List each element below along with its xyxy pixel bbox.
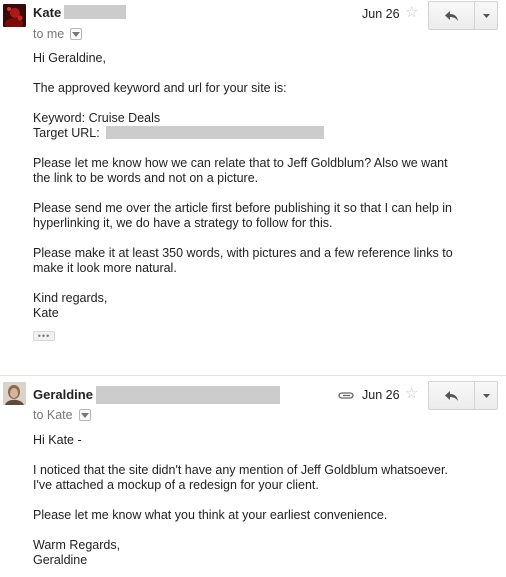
message-actions (428, 381, 498, 410)
redacted-target-url (106, 126, 324, 139)
message-body: Hi Kate - I noticed that the site didn't… (33, 433, 493, 568)
message-date[interactable]: Jun 26 (362, 388, 400, 402)
dropdown-caret-icon (482, 393, 490, 398)
recipient-line: to Kate (33, 408, 91, 422)
paragraph-line: Please send me over the article first be… (33, 201, 452, 215)
recipient-label: to me (33, 27, 65, 41)
reply-arrow-icon (444, 10, 458, 21)
recipient-line: to me (33, 27, 83, 41)
reply-button[interactable] (428, 381, 476, 410)
greeting: Hi Geraldine, (33, 51, 106, 65)
message-body: Hi Geraldine, The approved keyword and u… (33, 51, 493, 321)
show-trimmed-content-button[interactable]: ••• (33, 331, 55, 341)
more-actions-button[interactable] (475, 1, 498, 30)
show-details-button[interactable] (70, 28, 83, 40)
redacted-email-address (96, 386, 280, 404)
dropdown-caret-icon (482, 13, 490, 18)
paperclip-icon (338, 392, 354, 399)
sender-name[interactable]: Geraldine (33, 387, 93, 402)
target-url-label: Target URL: (33, 126, 100, 140)
paragraph-line: I've attached a mockup of a redesign for… (33, 478, 319, 492)
paragraph-line: the link to be words and not on a pictur… (33, 171, 259, 185)
paragraph-line: I noticed that the site didn't have any … (33, 463, 448, 477)
closing: Warm Regards, (33, 538, 121, 552)
chevron-down-icon (72, 31, 81, 37)
intro-text: The approved keyword and url for your si… (33, 81, 287, 95)
sender-avatar[interactable] (3, 382, 26, 405)
greeting: Hi Kate - (33, 433, 82, 447)
message-date[interactable]: Jun 26 (362, 7, 400, 21)
reply-button[interactable] (428, 1, 476, 30)
paragraph-line: hyperlinking it, we do have a strategy t… (33, 216, 333, 230)
message-actions (428, 1, 498, 30)
show-details-button[interactable] (78, 409, 91, 421)
reply-arrow-icon (444, 390, 458, 401)
paragraph-line: Please let me know how we can relate tha… (33, 156, 448, 170)
chevron-down-icon (80, 412, 89, 418)
paragraph-line: Please let me know what you think at you… (33, 508, 388, 522)
keyword-line: Keyword: Cruise Deals (33, 111, 161, 125)
sender-avatar[interactable] (3, 4, 26, 27)
paragraph-line: make it look more natural. (33, 261, 177, 275)
redacted-email-address (64, 5, 126, 19)
email-message-kate: Kate to me Jun 26 ☆ Hi Geraldine, The ap… (0, 0, 506, 360)
paragraph-line: Please make it at least 350 words, with … (33, 246, 453, 260)
sender-name[interactable]: Kate (33, 5, 61, 20)
more-actions-button[interactable] (475, 381, 498, 410)
star-icon[interactable]: ☆ (405, 386, 418, 401)
signature: Geraldine (33, 553, 88, 567)
closing: Kind regards, (33, 291, 108, 305)
email-message-geraldine: Geraldine to Kate Jun 26 ☆ Hi Kate - I n… (0, 376, 506, 577)
star-icon[interactable]: ☆ (405, 5, 418, 20)
recipient-label: to Kate (33, 408, 73, 422)
signature: Kate (33, 306, 59, 320)
